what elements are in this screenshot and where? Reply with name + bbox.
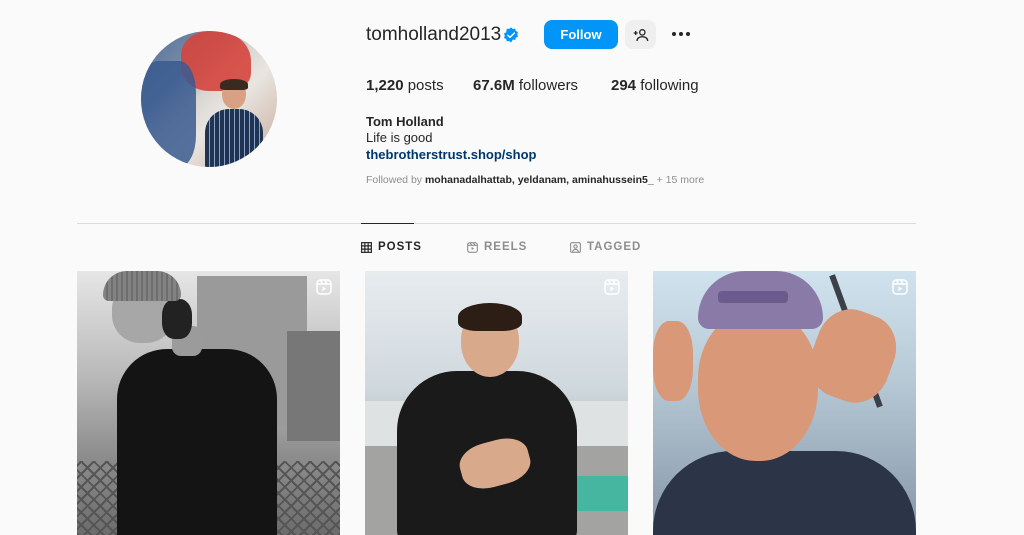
add-person-icon <box>633 28 648 41</box>
stat-followers[interactable]: 67.6M followers <box>473 77 578 94</box>
followed-by-text[interactable]: Followed by mohanadalhattab, yeldanam, a… <box>366 174 704 186</box>
tab-posts[interactable]: POSTS <box>361 241 422 253</box>
tab-reels[interactable]: REELS <box>467 241 527 253</box>
profile-bio: Life is good <box>366 130 433 145</box>
profile-username: tomholland2013 <box>366 24 502 45</box>
dot-icon <box>679 32 683 36</box>
stat-posts: 1,220 posts <box>366 77 444 94</box>
verified-badge-icon <box>504 27 518 43</box>
suggest-accounts-button[interactable] <box>625 20 656 49</box>
post-thumbnail[interactable] <box>365 271 628 535</box>
tab-tagged[interactable]: TAGGED <box>570 241 641 253</box>
tagged-icon <box>570 241 581 253</box>
reels-icon <box>467 241 478 253</box>
grid-icon <box>361 241 372 253</box>
more-options-button[interactable] <box>668 24 694 44</box>
post-thumbnail[interactable] <box>77 271 340 535</box>
dot-icon <box>686 32 690 36</box>
profile-website-link[interactable]: thebrotherstrust.shop/shop <box>366 147 536 162</box>
profile-full-name: Tom Holland <box>366 114 444 129</box>
stat-following[interactable]: 294 following <box>611 77 699 94</box>
profile-avatar[interactable] <box>141 31 277 167</box>
post-thumbnail[interactable] <box>653 271 916 535</box>
reel-icon <box>892 279 908 295</box>
reel-icon <box>316 279 332 295</box>
follow-button[interactable]: Follow <box>544 20 618 49</box>
dot-icon <box>672 32 676 36</box>
avatar-bg-shape <box>141 61 196 167</box>
reel-icon <box>604 279 620 295</box>
section-divider <box>77 223 916 224</box>
avatar-person <box>205 79 263 167</box>
active-tab-indicator <box>361 223 414 224</box>
